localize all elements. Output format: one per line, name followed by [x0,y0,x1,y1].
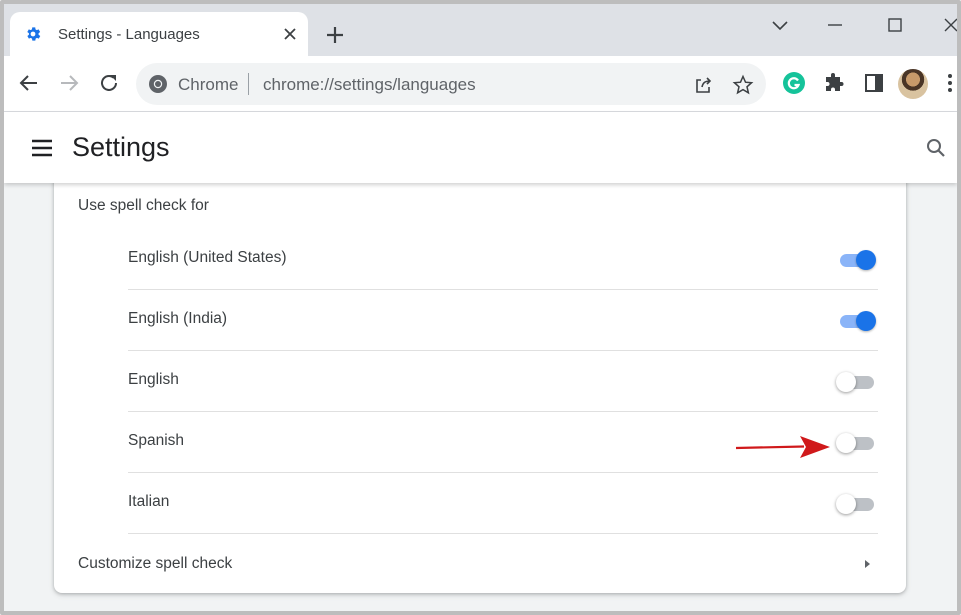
maximize-icon[interactable] [884,14,906,36]
language-label: English [128,371,179,388]
forward-arrow-icon[interactable] [56,70,82,96]
spell-check-toggle[interactable] [836,310,876,332]
browser-window: Settings - Languages Chrome chrome://set… [0,0,961,615]
tab-title: Settings - Languages [58,26,200,43]
customize-spell-check-link[interactable]: Customize spell check [78,555,232,573]
chrome-logo-icon [149,75,167,93]
url-text[interactable]: chrome://settings/languages [263,75,476,95]
site-label: Chrome [178,75,239,94]
extensions-puzzle-icon[interactable] [822,71,846,95]
annotation-arrow-icon [735,436,830,458]
share-icon[interactable] [692,74,714,96]
close-window-icon[interactable] [940,14,961,36]
close-tab-icon[interactable] [282,26,298,42]
spell-check-language-row: Italian [128,473,878,534]
spell-check-card: Use spell check for English (United Stat… [54,177,906,593]
reload-icon[interactable] [96,70,122,96]
spell-check-language-row: English (India) [128,290,878,351]
chevron-down-icon[interactable] [769,14,791,36]
bookmark-star-icon[interactable] [732,74,754,96]
menu-icon[interactable] [30,138,54,158]
toggle-knob [836,494,856,514]
settings-header: Settings [4,112,957,183]
back-arrow-icon[interactable] [16,70,42,96]
minimize-icon[interactable] [824,14,846,36]
spell-check-heading: Use spell check for [78,197,209,214]
language-label: English (India) [128,310,228,327]
toggle-knob [856,250,876,270]
spell-check-language-row: English (United States) [128,229,878,290]
new-tab-icon[interactable] [324,24,346,46]
spell-check-language-row: English [128,351,878,412]
address-bar[interactable]: Chrome chrome://settings/languages [136,63,766,105]
tab-strip: Settings - Languages [4,4,957,56]
more-options-icon[interactable] [942,71,958,95]
toggle-knob [836,372,856,392]
spell-check-toggle[interactable] [836,493,876,515]
page-title: Settings [72,132,170,162]
language-label: Italian [128,493,170,510]
grammarly-extension-icon[interactable] [782,71,806,95]
side-panel-icon[interactable] [862,71,886,95]
search-icon[interactable] [924,136,948,160]
toggle-knob [856,311,876,331]
spell-check-toggle[interactable] [836,432,876,454]
spell-check-toggle[interactable] [836,371,876,393]
profile-avatar[interactable] [898,69,928,99]
toggle-knob [836,433,856,453]
language-label: English (United States) [128,249,287,266]
omnibox-divider [248,73,249,95]
tab-settings-languages[interactable]: Settings - Languages [10,12,308,56]
browser-toolbar: Chrome chrome://settings/languages [4,56,957,112]
chevron-right-icon[interactable] [860,557,874,571]
gear-icon [27,27,41,41]
language-label: Spanish [128,432,185,449]
settings-content: Use spell check for English (United Stat… [4,177,957,611]
spell-check-toggle[interactable] [836,249,876,271]
